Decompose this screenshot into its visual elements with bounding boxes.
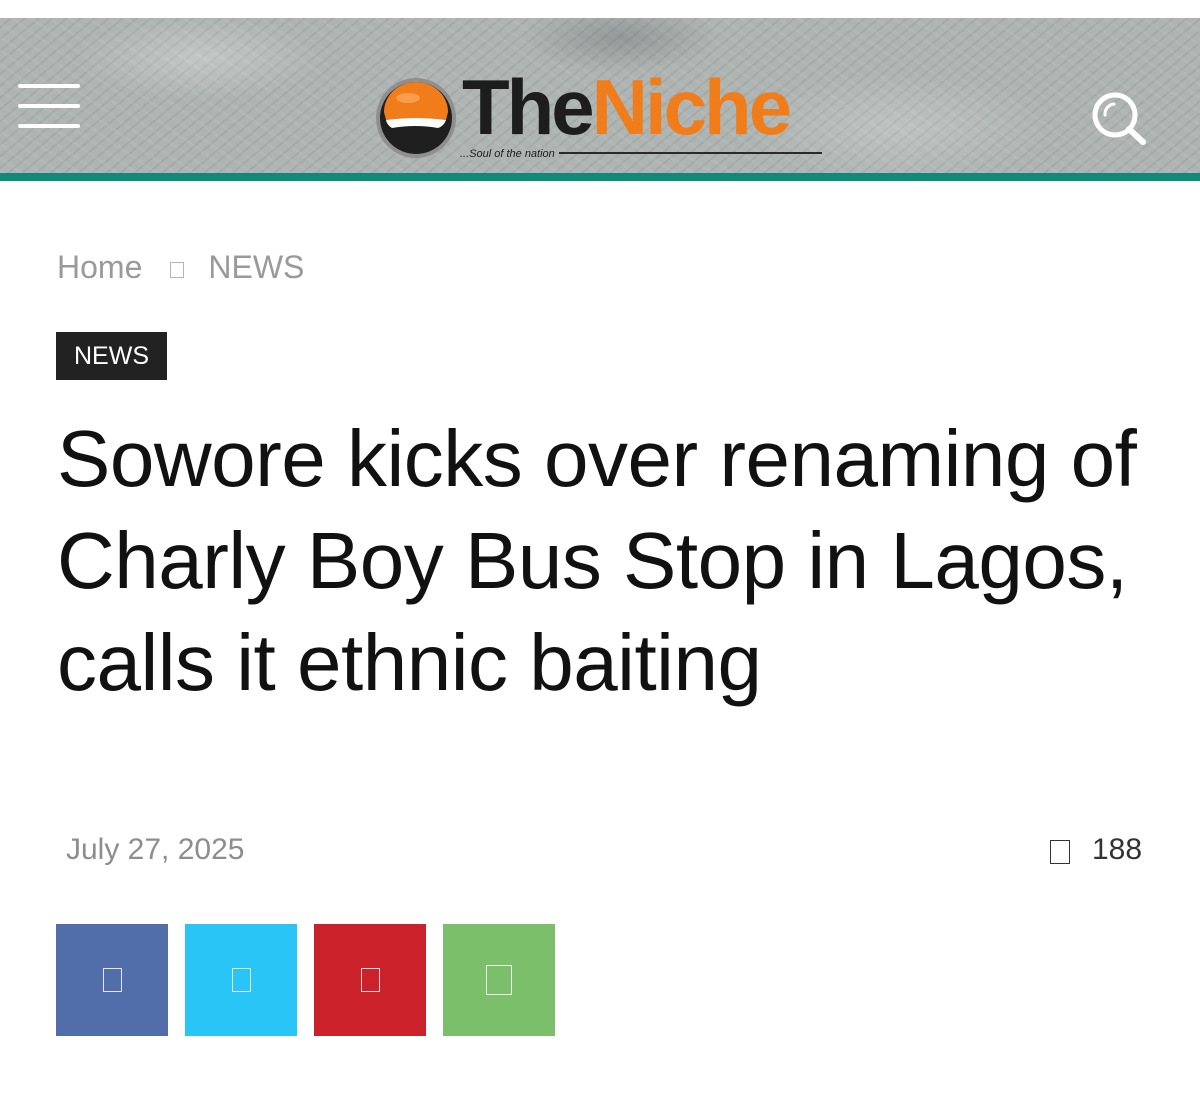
header-accent-rule	[0, 173, 1200, 181]
site-header: TheNiche ...Soul of the nation	[0, 18, 1200, 173]
share-buttons	[56, 924, 555, 1036]
logo-globe-icon	[376, 78, 456, 158]
top-strip	[0, 0, 1200, 18]
menu-bar	[18, 84, 80, 88]
logo-wordmark: TheNiche	[462, 68, 792, 146]
logo-word-the: The	[462, 63, 595, 151]
site-logo[interactable]: TheNiche ...Soul of the nation	[374, 68, 834, 166]
breadcrumb: Home NEWS	[57, 247, 304, 287]
chevron-right-icon	[170, 262, 185, 278]
pinterest-share-button[interactable]	[314, 924, 426, 1036]
view-count: 188	[1050, 833, 1142, 867]
whatsapp-icon	[486, 965, 512, 995]
post-date: July 27, 2025	[66, 833, 245, 866]
pinterest-icon	[360, 968, 380, 992]
facebook-share-button[interactable]	[56, 924, 168, 1036]
menu-bar	[18, 124, 80, 128]
view-count-value: 188	[1092, 833, 1143, 866]
category-tag[interactable]: NEWS	[56, 332, 167, 380]
whatsapp-share-button[interactable]	[443, 924, 555, 1036]
article-title: Sowore kicks over renaming of Charly Boy…	[57, 414, 1137, 707]
search-icon[interactable]	[1090, 88, 1148, 146]
twitter-icon	[231, 968, 251, 992]
twitter-share-button[interactable]	[185, 924, 297, 1036]
breadcrumb-news[interactable]: NEWS	[208, 249, 304, 286]
menu-bar	[18, 104, 80, 108]
facebook-icon	[102, 968, 122, 992]
breadcrumb-home[interactable]: Home	[57, 249, 142, 286]
logo-word-niche: Niche	[591, 63, 792, 151]
hamburger-menu-icon[interactable]	[18, 84, 80, 130]
logo-tagline: ...Soul of the nation	[460, 148, 559, 160]
eye-icon	[1050, 840, 1070, 864]
